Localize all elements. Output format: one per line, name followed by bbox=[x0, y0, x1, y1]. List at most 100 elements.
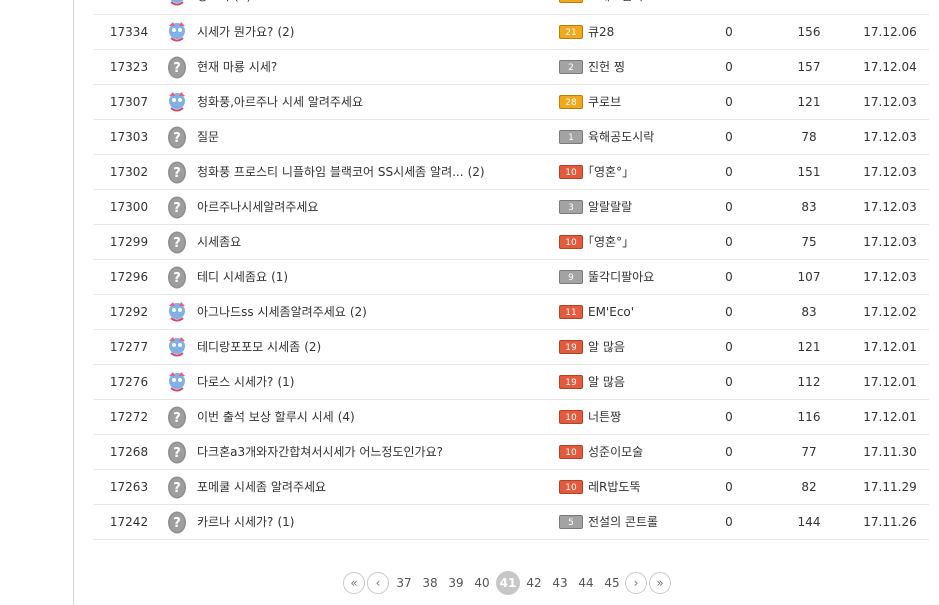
post-title-link[interactable]: 질문 bbox=[197, 120, 219, 154]
author-nickname[interactable]: 알랄랄랄 bbox=[588, 190, 632, 224]
recommend-count: 0 bbox=[725, 95, 733, 109]
author-nickname[interactable]: 전설의 콘트롤 bbox=[588, 505, 658, 539]
recommend-count: 0 bbox=[725, 340, 733, 354]
author-nickname[interactable]: 뚤각디팔아요 bbox=[588, 260, 654, 294]
svg-text:?: ? bbox=[173, 131, 181, 146]
level-badge: 28 bbox=[559, 95, 583, 109]
post-list: 17351앙그라(1)30드래드킬러2010817.12.1017334시세가 … bbox=[94, 0, 929, 540]
post-title-link[interactable]: 현재 마룡 시세? bbox=[197, 50, 277, 84]
author-nickname[interactable]: ｢영혼°｣ bbox=[588, 225, 628, 259]
post-number: 17276 bbox=[109, 375, 149, 389]
author-nickname[interactable]: EM'Eco' bbox=[588, 295, 634, 329]
author-nickname[interactable]: 성준이모술 bbox=[588, 435, 643, 469]
character-avatar-icon bbox=[165, 300, 189, 324]
post-title-link[interactable]: 테디랑포포모 시세좀 (2) bbox=[197, 330, 321, 364]
post-title-link[interactable]: 카르나 시세가? (1) bbox=[197, 505, 294, 539]
post-title-text: 테디 시세좀요 bbox=[197, 270, 268, 284]
view-count: 151 bbox=[797, 165, 821, 179]
level-badge: 11 bbox=[559, 305, 583, 319]
post-title-link[interactable]: 앙그라 (1) bbox=[197, 0, 251, 13]
post-title-text: 이번 출석 보상 할루시 시세 bbox=[197, 410, 334, 424]
author-nickname[interactable]: 레R밥도뚝 bbox=[588, 470, 641, 504]
svg-text:?: ? bbox=[173, 481, 181, 496]
svg-text:?: ? bbox=[173, 201, 181, 216]
recommend-count: 0 bbox=[725, 25, 733, 39]
author-nickname[interactable]: 육해공도시락 bbox=[588, 120, 654, 154]
author-nickname[interactable]: 알 많음 bbox=[588, 330, 625, 364]
current-page[interactable]: 41 bbox=[496, 571, 520, 595]
post-title-link[interactable]: 아르주나시세알려주세요 bbox=[197, 190, 318, 224]
post-title-link[interactable]: 청화풍 프로스티 니플하임 블랙코어 SS시세좀 알려... (2) bbox=[197, 155, 485, 189]
post-title-text: 카르나 시세가? bbox=[197, 515, 274, 529]
post-number: 17263 bbox=[109, 480, 149, 494]
post-title-link[interactable]: 아그나드ss 시세좀알려주세요 (2) bbox=[197, 295, 367, 329]
level-badge: 10 bbox=[559, 165, 583, 179]
recommend-count: 0 bbox=[725, 200, 733, 214]
character-avatar-icon bbox=[165, 335, 189, 359]
comment-count: (2) bbox=[304, 340, 322, 354]
view-count: 83 bbox=[801, 305, 817, 319]
post-number: 17307 bbox=[109, 95, 149, 109]
recommend-count: 0 bbox=[714, 0, 744, 13]
svg-text:?: ? bbox=[173, 271, 181, 286]
table-row: 17307 청화풍,아르주나 시세 알려주세요 28 쿠로브 0 121 17.12.03 bbox=[94, 85, 929, 120]
character-avatar-icon bbox=[165, 20, 189, 44]
author-nickname[interactable]: 큐28 bbox=[588, 15, 614, 49]
page-number-link[interactable]: 39 bbox=[443, 576, 469, 590]
post-date: 17.12.02 bbox=[863, 305, 917, 319]
level-badge: 9 bbox=[559, 270, 583, 284]
post-title-link[interactable]: 시세가 뭔가요? (2) bbox=[197, 15, 294, 49]
view-count: 83 bbox=[801, 200, 817, 214]
view-count: 156 bbox=[797, 25, 821, 39]
page-number-link[interactable]: 44 bbox=[573, 576, 599, 590]
level-badge: 10 bbox=[559, 235, 583, 249]
view-count: 116 bbox=[797, 410, 821, 424]
post-date: 17.12.03 bbox=[863, 270, 917, 284]
page-number-link[interactable]: 42 bbox=[521, 576, 547, 590]
page-number-link[interactable]: 43 bbox=[547, 576, 573, 590]
post-title-link[interactable]: 시세좀요 bbox=[197, 225, 241, 259]
recommend-count: 0 bbox=[725, 305, 733, 319]
page-number-link[interactable]: 38 bbox=[417, 576, 443, 590]
comment-count: (1) bbox=[234, 0, 251, 3]
svg-text:?: ? bbox=[173, 166, 181, 181]
post-number: 17292 bbox=[109, 305, 149, 319]
post-number: 17242 bbox=[109, 515, 149, 529]
author-nickname[interactable]: 드래드킬러2 bbox=[588, 0, 651, 13]
recommend-count: 0 bbox=[725, 410, 733, 424]
left-border bbox=[73, 0, 74, 605]
table-row: 17303? 질문 1 육해공도시락 0 78 17.12.03 bbox=[94, 120, 929, 155]
character-avatar-icon bbox=[165, 90, 189, 114]
prev-page-button[interactable]: ‹ bbox=[367, 572, 389, 594]
page-number-link[interactable]: 37 bbox=[391, 576, 417, 590]
svg-text:?: ? bbox=[173, 446, 181, 461]
view-count: 121 bbox=[797, 340, 821, 354]
page-number-link[interactable]: 40 bbox=[469, 576, 495, 590]
view-count: 82 bbox=[801, 480, 817, 494]
author-nickname[interactable]: 너튼짱 bbox=[588, 400, 621, 434]
author-nickname[interactable]: 진헌 찡 bbox=[588, 50, 625, 84]
post-number: 17334 bbox=[109, 25, 149, 39]
recommend-count: 0 bbox=[725, 515, 733, 529]
post-title-link[interactable]: 다로스 시세가? (1) bbox=[197, 365, 294, 399]
recommend-count: 0 bbox=[725, 375, 733, 389]
question-avatar-icon: ? bbox=[165, 160, 189, 184]
level-badge: 5 bbox=[559, 515, 583, 529]
author-nickname[interactable]: 쿠로브 bbox=[588, 85, 621, 119]
post-number: 17299 bbox=[109, 235, 149, 249]
post-title-link[interactable]: 테디 시세좀요 (1) bbox=[197, 260, 288, 294]
page-number-link[interactable]: 45 bbox=[599, 576, 625, 590]
post-title-link[interactable]: 청화풍,아르주나 시세 알려주세요 bbox=[197, 85, 363, 119]
post-title-link[interactable]: 포메쿨 시세좀 알려주세요 bbox=[197, 470, 326, 504]
table-row: 17334 시세가 뭔가요? (2) 21 큐28 0 156 17.12.06 bbox=[94, 15, 929, 50]
next-page-button[interactable]: › bbox=[625, 572, 647, 594]
author-nickname[interactable]: ｢영혼°｣ bbox=[588, 155, 628, 189]
post-title-link[interactable]: 다크혼a3개와자간합쳐서시세가 어느정도인가요? bbox=[197, 435, 443, 469]
post-title-link[interactable]: 이번 출석 보상 할루시 시세 (4) bbox=[197, 400, 355, 434]
question-avatar-icon: ? bbox=[165, 475, 189, 499]
svg-text:?: ? bbox=[173, 516, 181, 531]
last-page-button[interactable]: » bbox=[649, 572, 671, 594]
author-nickname[interactable]: 알 많음 bbox=[588, 365, 625, 399]
first-page-button[interactable]: « bbox=[343, 572, 365, 594]
post-number: 17351 bbox=[94, 0, 164, 13]
